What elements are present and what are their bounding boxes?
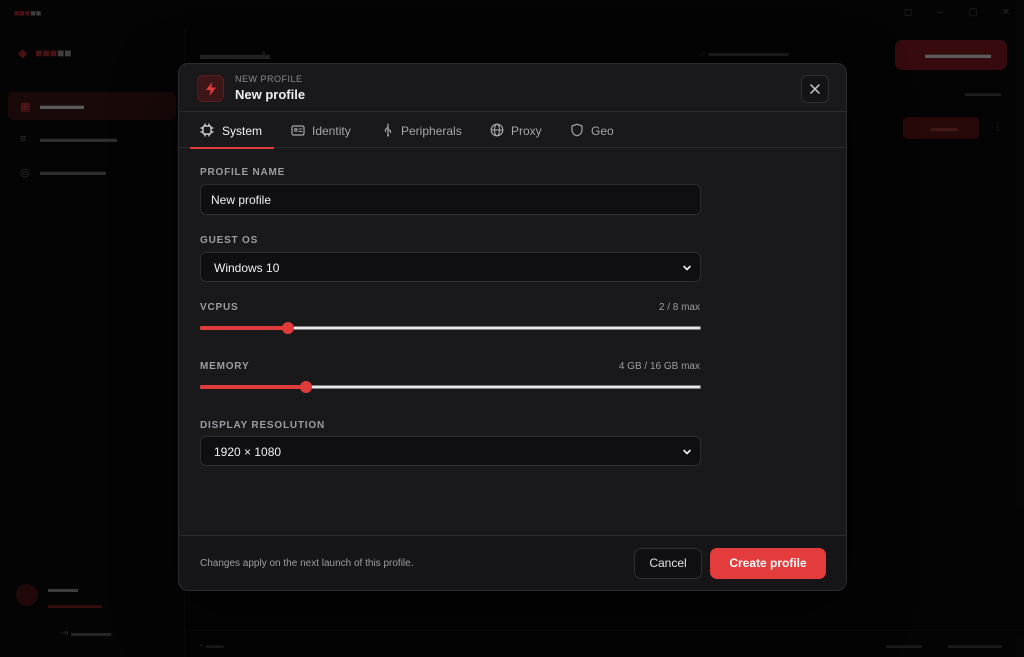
guest-os-select[interactable]: Windows 10 (200, 252, 701, 282)
display-resolution-select[interactable]: 1920 × 1080 (200, 436, 701, 466)
usb-icon (384, 123, 392, 137)
memory-slider[interactable] (200, 380, 701, 394)
dialog-header: NEW PROFILE New profile (179, 64, 846, 112)
tab-identity[interactable]: Identity (291, 112, 359, 148)
dialog-tabs: System Identity Peripherals Proxy Geo (179, 112, 846, 149)
guest-os-value: Windows 10 (214, 261, 280, 275)
vcpus-readout: 2 / 8 max (658, 302, 700, 313)
slider-fill (200, 385, 306, 389)
close-button[interactable] (801, 75, 829, 103)
tab-label: System (222, 124, 263, 138)
new-profile-dialog: NEW PROFILE New profile System Identity (178, 63, 847, 591)
dialog-eyebrow: NEW PROFILE (235, 74, 303, 84)
memory-label: MEMORY (200, 361, 250, 372)
id-card-icon (291, 125, 305, 136)
dialog-footer: Changes apply on the next launch of this… (179, 535, 846, 590)
cancel-button[interactable]: Cancel (634, 548, 702, 579)
guest-os-label: GUEST OS (200, 235, 259, 246)
globe-icon (490, 123, 504, 137)
slider-thumb[interactable] (300, 381, 312, 393)
tab-system[interactable]: System (190, 112, 274, 149)
close-icon (810, 84, 820, 94)
slider-thumb[interactable] (282, 322, 294, 334)
profile-name-label: PROFILE NAME (200, 167, 286, 178)
tab-proxy[interactable]: Proxy (490, 112, 546, 148)
tab-label: Identity (312, 124, 351, 138)
tab-geo[interactable]: Geo (570, 112, 616, 148)
bolt-icon (197, 75, 224, 102)
dialog-title: New profile (235, 87, 306, 102)
profile-name-input[interactable] (200, 184, 701, 215)
tab-label: Peripherals (401, 124, 462, 138)
tab-peripherals[interactable]: Peripherals (381, 112, 465, 148)
cpu-icon (200, 123, 214, 137)
vcpus-slider[interactable] (200, 321, 701, 335)
display-resolution-value: 1920 × 1080 (214, 445, 282, 459)
create-profile-button[interactable]: Create profile (710, 548, 826, 579)
tab-label: Geo (591, 124, 614, 138)
memory-readout: 4 GB / 16 GB max (618, 361, 700, 372)
slider-fill (200, 326, 288, 330)
display-resolution-label: DISPLAY RESOLUTION (200, 420, 325, 431)
shield-icon (571, 123, 583, 137)
vcpus-label: VCPUS (200, 302, 239, 313)
footer-note: Changes apply on the next launch of this… (200, 558, 414, 569)
tab-label: Proxy (511, 124, 542, 138)
chevron-down-icon (683, 265, 691, 271)
chevron-down-icon (683, 449, 691, 455)
